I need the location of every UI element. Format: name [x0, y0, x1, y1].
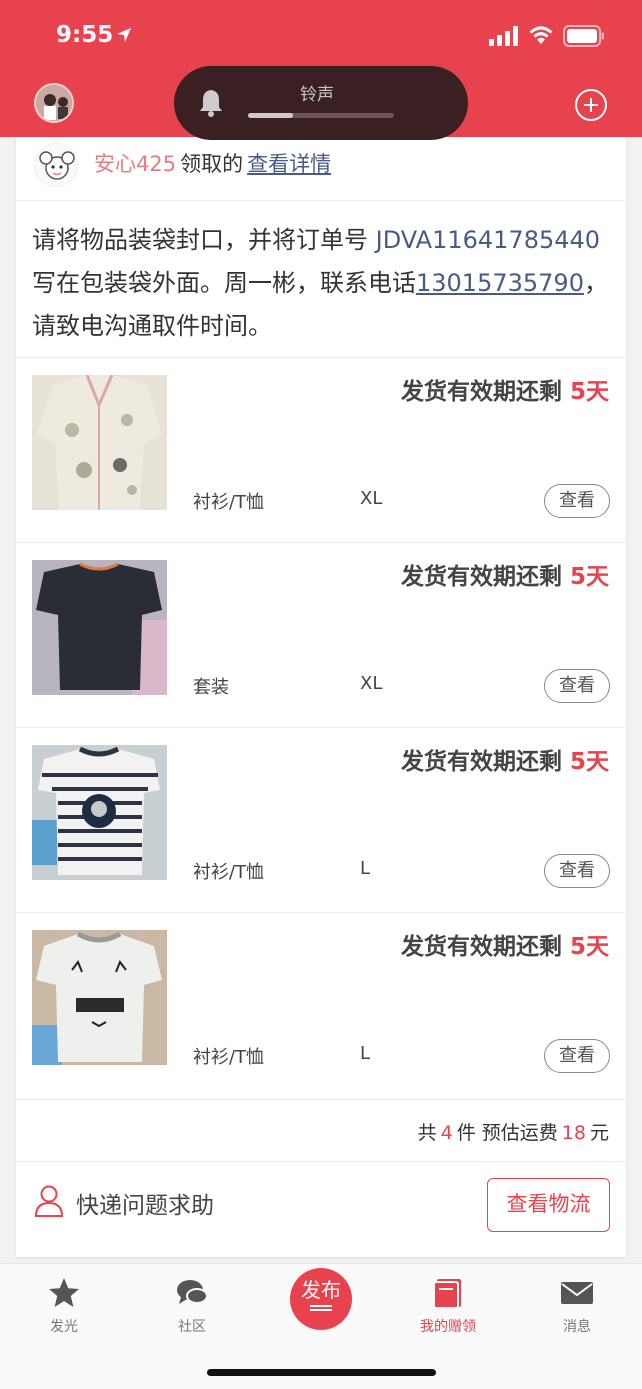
item-list: 发货有效期还剩 5天 衬衫/T恤 XL 查看 发货有效期还剩 5天 套装 XL …	[16, 357, 626, 1097]
item-category: 衬衫/T恤	[193, 862, 265, 883]
packing-instruction: 请将物品装袋封口，并将订单号 JDVA11641785440 写在包装袋外面。周…	[32, 219, 617, 348]
book-icon	[433, 1279, 461, 1309]
tab-label: 发光	[50, 1319, 78, 1335]
days-remaining: 5天	[569, 564, 609, 590]
days-remaining: 5天	[569, 749, 609, 775]
ringer-volume-fill	[248, 113, 294, 118]
order-summary: 共4件 预估运费 18 元	[16, 1099, 626, 1161]
summary-middle: 件 预估运费	[456, 1122, 558, 1144]
item-size: XL	[360, 673, 383, 694]
claimer-avatar[interactable]	[34, 143, 78, 187]
claim-row: 安心425 领取的 查看详情	[16, 137, 626, 201]
view-logistics-button[interactable]: 查看物流	[487, 1178, 610, 1232]
list-item: 发货有效期还剩 5天 衬衫/T恤 L 查看	[16, 727, 626, 912]
claim-verb: 领取的	[180, 152, 244, 176]
shipping-fee: 18	[561, 1122, 586, 1144]
order-number: JDVA11641785440	[375, 226, 601, 254]
item-photo[interactable]	[32, 930, 167, 1065]
item-photo[interactable]	[32, 560, 167, 695]
item-category: 衬衫/T恤	[193, 492, 265, 513]
instruction-text-before: 请将物品装袋封口，并将订单号	[32, 226, 376, 254]
tab-messages[interactable]: 消息	[527, 1276, 627, 1336]
phone-link[interactable]: 13015735790	[416, 269, 584, 297]
view-item-button[interactable]: 查看	[544, 854, 610, 888]
tab-label: 我的赠领	[420, 1319, 476, 1335]
tab-label: 消息	[563, 1319, 591, 1335]
ringer-label: 铃声	[300, 85, 334, 105]
list-item: 发货有效期还剩 5天 衬衫/T恤 XL 查看	[16, 357, 626, 542]
summary-prefix: 共	[417, 1122, 437, 1144]
bell-icon	[200, 90, 222, 117]
cellular-signal-icon	[489, 26, 518, 46]
avatar[interactable]	[34, 83, 74, 123]
item-category: 衬衫/T恤	[193, 1047, 265, 1068]
tab-glow[interactable]: 发光	[14, 1276, 114, 1336]
deadline-label: 发货有效期还剩	[400, 749, 562, 775]
battery-icon	[563, 25, 604, 47]
person-icon[interactable]	[34, 1184, 64, 1218]
publish-icon	[310, 1305, 332, 1311]
tab-my-gifts[interactable]: 我的赠领	[398, 1276, 498, 1336]
ringer-hud: 铃声	[174, 66, 468, 140]
list-item: 发货有效期还剩 5天 套装 XL 查看	[16, 542, 626, 727]
ringer-volume-track	[248, 113, 394, 118]
home-indicator[interactable]	[207, 1369, 436, 1376]
item-count: 4	[440, 1122, 453, 1144]
item-photo[interactable]	[32, 745, 167, 880]
item-size: XL	[360, 488, 383, 509]
view-details-link[interactable]: 查看详情	[247, 152, 331, 176]
item-size: L	[360, 858, 371, 879]
item-category: 套装	[193, 677, 229, 698]
tab-community[interactable]: 社区	[142, 1276, 242, 1336]
view-item-button[interactable]: 查看	[544, 1039, 610, 1073]
order-card: 安心425 领取的 查看详情 请将物品装袋封口，并将订单号 JDVA11641785…	[16, 137, 626, 1257]
claimer-name[interactable]: 安心425	[94, 152, 176, 176]
summary-suffix: 元	[589, 1122, 609, 1144]
publish-label: 发布	[301, 1278, 341, 1302]
courier-help-link[interactable]: 快递问题求助	[76, 1186, 214, 1220]
deadline-label: 发货有效期还剩	[400, 564, 562, 590]
mail-icon	[561, 1282, 593, 1304]
tab-label: 社区	[178, 1319, 206, 1335]
deadline-label: 发货有效期还剩	[400, 379, 562, 405]
item-size: L	[360, 1043, 371, 1064]
add-button[interactable]	[575, 89, 607, 121]
wifi-icon	[529, 26, 553, 44]
status-time: 9:55	[56, 22, 114, 48]
deadline-label: 发货有效期还剩	[400, 934, 562, 960]
days-remaining: 5天	[569, 934, 609, 960]
view-item-button[interactable]: 查看	[544, 484, 610, 518]
days-remaining: 5天	[569, 379, 609, 405]
star-icon	[49, 1278, 79, 1307]
list-item: 发货有效期还剩 5天 衬衫/T恤 L 查看	[16, 912, 626, 1097]
instruction-text-middle: 写在包装袋外面。周一彬，联系电话	[32, 269, 416, 297]
view-item-button[interactable]: 查看	[544, 669, 610, 703]
location-arrow-icon	[117, 28, 131, 42]
publish-button[interactable]: 发布	[290, 1268, 352, 1330]
help-row: 快递问题求助 查看物流	[16, 1161, 626, 1257]
chat-bubbles-icon	[177, 1280, 208, 1304]
item-photo[interactable]	[32, 375, 167, 510]
